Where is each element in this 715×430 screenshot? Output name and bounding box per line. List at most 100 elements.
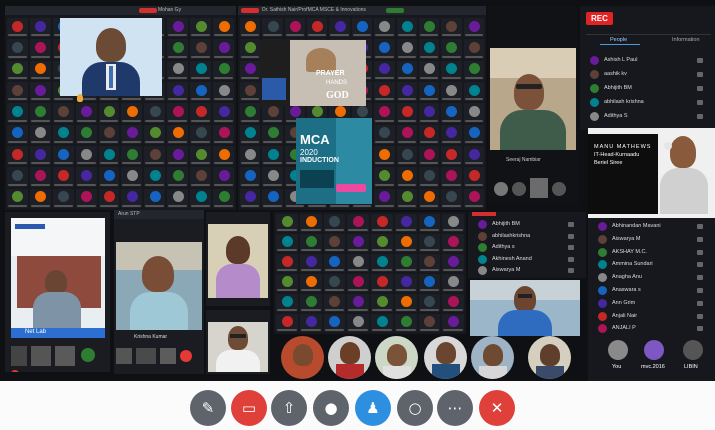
participant-tile[interactable] xyxy=(418,60,440,80)
participant-tile[interactable] xyxy=(276,274,298,292)
participant-tile[interactable] xyxy=(394,274,417,292)
participant-tile[interactable] xyxy=(441,103,462,123)
participant-tile[interactable] xyxy=(374,82,395,102)
participant-tile[interactable] xyxy=(323,234,346,252)
participant-tile[interactable] xyxy=(371,294,393,312)
participant-tile[interactable] xyxy=(276,234,298,252)
participant-tile[interactable] xyxy=(441,146,462,166)
participant-tile[interactable] xyxy=(190,18,212,38)
participant-thumbnail[interactable] xyxy=(528,336,571,379)
participant-tile[interactable] xyxy=(98,146,120,166)
participant-tile[interactable] xyxy=(442,234,464,252)
participant-thumbnail[interactable] xyxy=(281,336,324,379)
participant-tile[interactable] xyxy=(240,18,261,38)
camera-icon[interactable] xyxy=(568,245,574,250)
participant-tile[interactable] xyxy=(371,314,393,332)
participant-tile[interactable] xyxy=(463,39,484,59)
participant-tile[interactable] xyxy=(7,146,28,166)
participant-tile[interactable] xyxy=(347,214,369,232)
participant-thumbnail[interactable] xyxy=(471,336,514,379)
participant-list-item[interactable]: abhilash krishna xyxy=(580,96,715,109)
participant-tile[interactable] xyxy=(418,18,440,38)
participant-tile[interactable] xyxy=(75,167,97,187)
participant-tile[interactable] xyxy=(144,124,166,144)
participant-tile[interactable] xyxy=(29,60,51,80)
participant-tile[interactable] xyxy=(240,167,261,187)
participant-tile[interactable] xyxy=(442,314,464,332)
participant-tile[interactable] xyxy=(262,18,283,38)
participant-list-item[interactable]: Ashish L Paul xyxy=(580,54,715,67)
camera-icon[interactable] xyxy=(697,249,703,255)
participant-tile[interactable] xyxy=(441,82,462,102)
participant-tile[interactable] xyxy=(394,214,417,232)
participant-tile[interactable] xyxy=(190,167,212,187)
camera-icon[interactable] xyxy=(697,300,703,306)
participant-tile[interactable] xyxy=(144,188,166,208)
participant-tile[interactable] xyxy=(213,146,234,166)
tab-people[interactable]: People xyxy=(610,37,627,43)
participant-tile[interactable] xyxy=(190,124,212,144)
participant-tile[interactable] xyxy=(418,214,441,232)
participant-list-item[interactable]: Anaswara s xyxy=(588,284,715,297)
participant-tile[interactable] xyxy=(418,234,441,252)
mic-toggle-button[interactable]: ✎ xyxy=(190,390,226,426)
participant-tile[interactable] xyxy=(240,82,261,102)
camera-icon[interactable] xyxy=(697,262,703,268)
participant-tile[interactable] xyxy=(374,167,395,187)
participant-tile[interactable] xyxy=(144,167,166,187)
participant-tile[interactable] xyxy=(418,274,441,292)
participant-tile[interactable] xyxy=(167,167,189,187)
participant-tile[interactable] xyxy=(441,60,462,80)
participants-button[interactable]: ♟ xyxy=(355,390,391,426)
participant-thumbnail[interactable] xyxy=(375,336,418,379)
participant-tile[interactable] xyxy=(213,18,234,38)
participant-tile[interactable] xyxy=(121,188,143,208)
participant-tile[interactable] xyxy=(441,124,462,144)
participant-tile[interactable] xyxy=(463,60,484,80)
participant-tile[interactable] xyxy=(52,103,74,123)
participant-tile[interactable] xyxy=(463,124,484,144)
participant-tile[interactable] xyxy=(29,103,51,123)
participant-tile[interactable] xyxy=(276,294,298,312)
participant-tile[interactable] xyxy=(442,214,464,232)
participant-list-item[interactable]: Aiswarya M xyxy=(468,264,586,277)
participant-tile[interactable] xyxy=(213,188,234,208)
participant-tile[interactable] xyxy=(167,188,189,208)
participant-tile[interactable] xyxy=(167,60,189,80)
participant-tile[interactable] xyxy=(351,18,373,38)
participant-tile[interactable] xyxy=(374,39,395,59)
camera-icon[interactable] xyxy=(568,268,574,273)
participant-tile[interactable] xyxy=(75,103,97,123)
participant-tile[interactable] xyxy=(299,314,322,332)
participant-list-item[interactable]: Ammina Sundari xyxy=(588,258,715,271)
participant-tile[interactable] xyxy=(190,39,212,59)
participant-tile[interactable] xyxy=(323,274,346,292)
participant-tile[interactable] xyxy=(240,188,261,208)
participant-tile[interactable] xyxy=(213,103,234,123)
participant-tile[interactable] xyxy=(396,103,417,123)
participant-tile[interactable] xyxy=(463,167,484,187)
participant-tile[interactable] xyxy=(29,188,51,208)
participant-tile[interactable] xyxy=(262,124,283,144)
participant-tile[interactable] xyxy=(29,82,51,102)
participant-tile[interactable] xyxy=(442,294,464,312)
participant-tile[interactable] xyxy=(418,254,441,272)
participant-tile[interactable] xyxy=(394,254,417,272)
tab-information[interactable]: Information xyxy=(672,37,700,43)
participant-tile[interactable] xyxy=(7,167,28,187)
participant-list-item[interactable]: aashik kv xyxy=(580,68,715,81)
participant-tile[interactable] xyxy=(213,82,234,102)
participant-tile[interactable] xyxy=(299,294,322,312)
participant-tile[interactable] xyxy=(418,294,441,312)
participant-tile[interactable] xyxy=(7,18,28,38)
participant-tile[interactable] xyxy=(441,188,462,208)
participant-tile[interactable] xyxy=(75,146,97,166)
participant-tile[interactable] xyxy=(262,146,283,166)
participant-tile[interactable] xyxy=(262,103,283,123)
participant-tile[interactable] xyxy=(240,60,261,80)
participant-tile[interactable] xyxy=(299,234,322,252)
camera-icon[interactable] xyxy=(568,256,574,262)
participant-tile[interactable] xyxy=(240,103,261,123)
participant-tile[interactable] xyxy=(299,254,322,272)
participant-tile[interactable] xyxy=(75,124,97,144)
